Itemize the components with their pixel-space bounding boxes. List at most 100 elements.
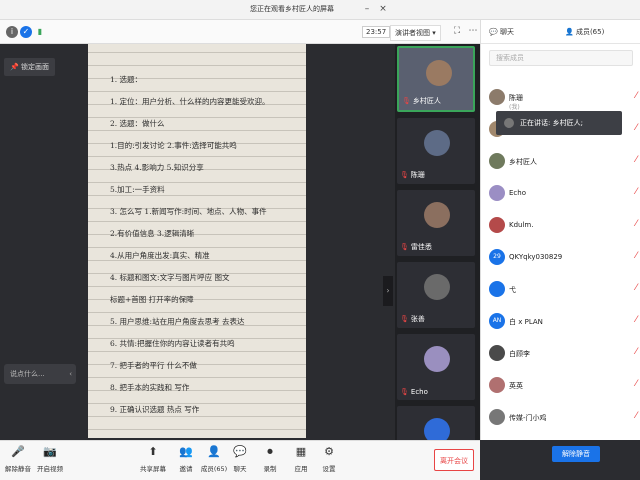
tab-chat[interactable]: 💬 聊天 [489, 27, 514, 37]
close-icon[interactable]: × [376, 3, 390, 15]
participant-name: 陈珊 [410, 171, 425, 179]
video-tile[interactable]: 🎙 雷佳悉 [397, 190, 475, 256]
list-item[interactable]: 29 QKYqky030829 ⁄ [481, 242, 640, 274]
avatar [489, 281, 505, 297]
view-mode-button[interactable]: 演讲者视图 ▾ [390, 25, 441, 41]
member-subtitle: (我) [509, 104, 520, 111]
note-line: 2. 选题：做什么 [110, 119, 165, 128]
list-item[interactable]: AN 白 x PLAN ⁄ [481, 306, 640, 338]
lock-view-button[interactable]: 📌 锁定画面 [4, 58, 55, 76]
mic-muted-icon: ⁄ [635, 91, 637, 101]
note-line: 2.有价值信息 3.逻辑清晰 [110, 229, 195, 238]
meeting-window: 您正在观看乡村匠人的屏幕 – × i ✓ ▮ 23:57 演讲者视图 ▾ ⛶ ⋯… [0, 0, 640, 480]
mic-muted-icon: ⁄ [635, 379, 637, 389]
member-name: Kdulm. [509, 221, 534, 229]
mic-muted-icon: ⁄ [635, 123, 637, 133]
avatar [489, 185, 505, 201]
list-item[interactable]: 英英 ⁄ [481, 370, 640, 402]
member-name: 乡村匠人 [509, 158, 537, 166]
floating-chat-input[interactable]: 说点什么... ‹ [4, 364, 76, 384]
video-tile-name: 🎙 张善 [400, 314, 425, 324]
shared-notebook-page: 1. 选题： 1. 定位：用户分析、什么样的内容更能受欢迎。 2. 选题：做什么 1… [88, 44, 306, 438]
note-line: 1.目的:引发讨论 2.事件:选择可能共鸣 [110, 141, 237, 150]
meeting-controls: 🎤 解除静音 📷 开启视频 ⬆ 共享屏幕 👥 邀请 👤 成员(65) 💬 聊天 ⏺ 录制 ▦ 应… [0, 440, 480, 480]
minimize-icon[interactable]: – [360, 3, 374, 15]
mic-muted-icon: ⁄ [635, 283, 637, 293]
chat-icon: 💬 [233, 445, 247, 458]
ruled-line [88, 130, 306, 131]
note-line: 1. 定位：用户分析、什么样的内容更能受欢迎。 [110, 97, 270, 106]
chat-placeholder: 说点什么... [10, 370, 45, 378]
member-name: 英英 [509, 382, 523, 390]
mic-muted-icon: ⁄ [635, 187, 637, 197]
ruled-line [88, 247, 306, 248]
participant-name: 张善 [410, 315, 425, 323]
list-item[interactable]: 弋 ⁄ [481, 274, 640, 306]
share-screen-label: 共享屏幕 [140, 465, 166, 473]
gear-icon: ⚙ [324, 445, 334, 458]
window-title: 您正在观看乡村匠人的屏幕 [250, 5, 334, 13]
more-icon[interactable]: ⋯ [466, 26, 480, 36]
member-name: QKYqky030829 [509, 253, 563, 261]
member-search-input[interactable]: 搜索成员 [489, 50, 633, 66]
tab-members[interactable]: 👤 成员(65) [565, 27, 604, 37]
member-name: 白 x PLAN [509, 318, 543, 326]
info-icon[interactable]: i [6, 26, 18, 38]
note-line: 9. 正确认识选题 热点 写作 [110, 405, 200, 414]
members-panel: 💬 聊天 👤 成员(65) 搜索成员 陈珊 (我) ⁄ ⁄ 乡村匠人 ⁄ Echo ⁄ Kdul… [480, 20, 640, 462]
unmute-all-button[interactable]: 解除静音 [552, 446, 600, 462]
chat-label: 聊天 [233, 465, 247, 473]
mic-muted-icon: ⁄ [635, 251, 637, 261]
list-item[interactable]: 传媒-门小鸡 ⁄ [481, 402, 640, 434]
video-tile[interactable]: 🎙 Echo [397, 334, 475, 400]
list-item[interactable]: Kdulm. ⁄ [481, 210, 640, 242]
list-item[interactable]: 白顾李 ⁄ [481, 338, 640, 370]
participant-name: Echo [410, 388, 428, 396]
video-tile-name: 🎙 雷佳悉 [400, 242, 432, 252]
settings-button[interactable]: ⚙ 设置 [313, 445, 345, 473]
share-screen-button[interactable]: ⬆ 共享屏幕 [137, 445, 169, 473]
record-icon: ⏺ [267, 445, 273, 458]
record-button[interactable]: ⏺ 录制 [254, 445, 286, 473]
avatar: AN [489, 313, 505, 329]
mic-icon: 🎙 [400, 315, 409, 323]
video-tile[interactable]: 🎙 张善 [397, 262, 475, 328]
fullscreen-icon[interactable]: ⛶ [450, 26, 464, 36]
member-name: 弋 [509, 286, 516, 294]
avatar [489, 217, 505, 233]
camera-off-icon: 📷 [43, 445, 57, 458]
video-tile-name: 🎙 乡村匠人 [402, 96, 441, 106]
avatar [489, 345, 505, 361]
list-item[interactable]: 乡村匠人 ⁄ [481, 146, 640, 178]
mic-muted-icon: ⁄ [635, 219, 637, 229]
start-video-button[interactable]: 📷 开启视频 [34, 445, 66, 473]
note-line: 7. 把手者的平行 什么不做 [110, 361, 197, 370]
note-line: 6. 共情:把握住你的内容让读者有共鸣 [110, 339, 235, 348]
shield-icon[interactable]: ✓ [20, 26, 32, 38]
chevron-left-icon[interactable]: ‹ [69, 364, 72, 384]
ruled-line [88, 182, 306, 183]
avatar [424, 130, 450, 156]
tab-members-label: 成员(65) [575, 28, 605, 36]
avatar [426, 60, 452, 86]
ruled-line [88, 221, 306, 222]
video-tile[interactable]: 🎙 乡村匠人 [397, 46, 475, 112]
screen-share-area: 📌 锁定画面 1. 选题： 1. 定位：用户分析、什么样的内容更能受欢迎。 2. 选… [0, 44, 395, 440]
ruled-line [88, 429, 306, 430]
settings-label: 设置 [322, 465, 336, 473]
lock-view-label: 锁定画面 [20, 63, 49, 71]
unmute-button[interactable]: 🎤 解除静音 [2, 445, 34, 473]
list-item[interactable]: 陈珊 (我) ⁄ [481, 82, 640, 114]
speaker-avatar [504, 118, 514, 128]
avatar: 29 [489, 249, 505, 265]
chat-button[interactable]: 💬 聊天 [224, 445, 256, 473]
member-name: 白顾李 [509, 350, 530, 358]
collapse-videos-handle[interactable]: › [383, 276, 393, 306]
video-tile[interactable]: 🎙 陈珊 [397, 118, 475, 184]
avatar [424, 202, 450, 228]
list-item[interactable]: Echo ⁄ [481, 178, 640, 210]
note-line: 5.加工:一手资料 [110, 185, 165, 194]
signal-icon[interactable]: ▮ [34, 26, 46, 38]
leave-meeting-button[interactable]: 离开会议 [434, 449, 474, 471]
mic-muted-icon: 🎤 [11, 445, 25, 458]
